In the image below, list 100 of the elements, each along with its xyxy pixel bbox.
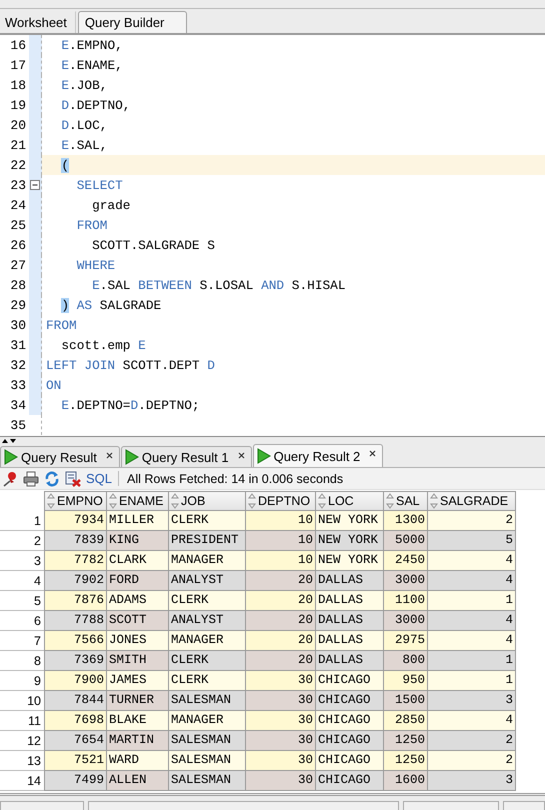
line-number: 30 <box>9 318 27 332</box>
code-line: ) AS SALGRADE <box>60 298 162 312</box>
sort-icon <box>47 493 55 509</box>
line-number: 23 <box>9 178 27 192</box>
close-icon[interactable] <box>238 452 245 459</box>
table-cell: DALLAS <box>316 651 384 671</box>
table-cell: 3 <box>428 691 516 711</box>
printer-icon[interactable] <box>23 470 39 486</box>
table-cell: 20 <box>246 631 316 651</box>
code-line: ON <box>46 378 62 392</box>
code-line: scott.emp E <box>60 338 146 352</box>
table-cell: CLERK <box>169 671 246 691</box>
line-number: 25 <box>9 218 27 232</box>
column-header[interactable]: SAL <box>384 491 428 511</box>
table-cell: 30 <box>246 751 316 771</box>
table-cell: FORD <box>107 571 169 591</box>
line-number: 17 <box>9 58 27 72</box>
table-cell: DALLAS <box>316 631 384 651</box>
sort-icon <box>318 493 326 509</box>
table-cell: 20 <box>246 571 316 591</box>
play-icon <box>124 449 139 465</box>
line-number: 29 <box>9 298 27 312</box>
editor-tab[interactable]: Query Builder <box>78 11 188 33</box>
table-cell: 1100 <box>384 591 428 611</box>
table-cell: MARTIN <box>107 731 169 751</box>
table-cell: 30 <box>246 671 316 691</box>
table-cell: 5000 <box>384 531 428 551</box>
table-cell: NEW YORK <box>316 531 384 551</box>
table-cell: NEW YORK <box>316 551 384 571</box>
table-cell: 800 <box>384 651 428 671</box>
column-header[interactable]: LOC <box>316 491 384 511</box>
column-header[interactable]: JOB <box>169 491 246 511</box>
table-cell: 7934 <box>44 511 107 531</box>
table-cell: ADAMS <box>107 591 169 611</box>
column-header[interactable]: EMPNO <box>44 491 107 511</box>
table-cell: 7876 <box>44 591 107 611</box>
table-cell: 7782 <box>44 551 107 571</box>
column-header[interactable]: SALGRADE <box>428 491 516 511</box>
result-tab[interactable]: Query Result 1 <box>120 446 252 467</box>
sort-icon <box>248 493 256 509</box>
table-cell: CHICAGO <box>316 731 384 751</box>
column-header[interactable]: ENAME <box>107 491 169 511</box>
refresh-icon[interactable] <box>44 470 60 486</box>
table-cell: MANAGER <box>169 551 246 571</box>
table-cell: SALESMAN <box>169 751 246 771</box>
column-header[interactable]: DEPTNO <box>246 491 316 511</box>
code-line: SCOTT.SALGRADE S <box>91 238 215 252</box>
result-tab[interactable]: Query Result 2 <box>252 444 384 467</box>
line-number: 33 <box>9 378 27 392</box>
close-icon[interactable] <box>106 452 113 459</box>
table-cell: KING <box>107 531 169 551</box>
code-line: E.SAL, <box>60 138 108 152</box>
table-cell: CLARK <box>107 551 169 571</box>
table-cell: BLAKE <box>107 711 169 731</box>
table-cell: SALESMAN <box>169 691 246 711</box>
code-line: FROM <box>76 218 108 232</box>
table-cell: JAMES <box>107 671 169 691</box>
table-cell: 7566 <box>44 631 107 651</box>
play-icon <box>256 448 271 464</box>
close-icon[interactable] <box>369 450 376 457</box>
table-cell: JONES <box>107 631 169 651</box>
table-cell: 1300 <box>384 511 428 531</box>
table-cell: 7839 <box>44 531 107 551</box>
table-cell: 7499 <box>44 771 107 791</box>
table-cell: 20 <box>246 651 316 671</box>
code-line: D.LOC, <box>60 118 108 132</box>
table-cell: 4 <box>428 571 516 591</box>
line-number: 16 <box>9 38 27 52</box>
table-cell: CLERK <box>169 651 246 671</box>
sql-link[interactable]: SQL <box>86 471 120 486</box>
table-cell: 2975 <box>384 631 428 651</box>
line-number: 27 <box>9 258 27 272</box>
table-cell: 4 <box>428 551 516 571</box>
play-icon <box>4 449 18 465</box>
table-cell: 4 <box>428 711 516 731</box>
table-cell: DALLAS <box>316 571 384 591</box>
table-cell: CLERK <box>169 511 246 531</box>
collapse-icon[interactable] <box>30 180 40 190</box>
table-cell: 7844 <box>44 691 107 711</box>
table-cell: 1 <box>428 651 516 671</box>
sort-icon <box>109 493 117 509</box>
sort-icon <box>171 493 179 509</box>
table-cell: 3000 <box>384 611 428 631</box>
table-cell: SALESMAN <box>169 771 246 791</box>
table-cell: ANALYST <box>169 611 246 631</box>
table-cell: 1500 <box>384 691 428 711</box>
fetch-status: All Rows Fetched: 14 in 0.006 seconds <box>127 472 344 486</box>
table-cell: PRESIDENT <box>169 531 246 551</box>
result-tab[interactable]: Query Result <box>0 446 120 467</box>
table-cell: 30 <box>246 711 316 731</box>
code-line: E.DEPTNO=D.DEPTNO; <box>60 398 200 412</box>
line-number: 28 <box>9 278 27 292</box>
code-line: E.EMPNO, <box>60 38 123 52</box>
table-cell: CHICAGO <box>316 711 384 731</box>
clear-icon[interactable] <box>65 470 81 486</box>
table-cell: 950 <box>384 671 428 691</box>
table-cell: 4 <box>428 631 516 651</box>
pin-icon[interactable] <box>2 470 18 486</box>
table-cell: 10 <box>246 551 316 571</box>
line-number: 18 <box>9 78 27 92</box>
